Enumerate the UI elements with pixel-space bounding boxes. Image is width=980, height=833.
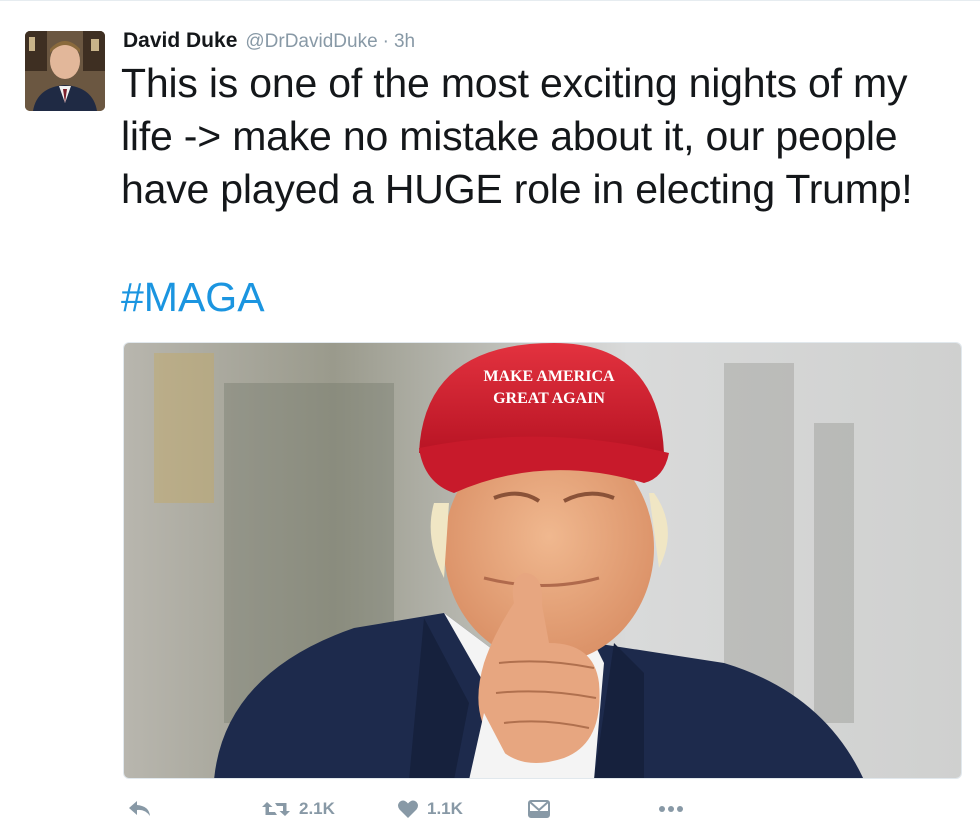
display-name[interactable]: David Duke	[123, 29, 237, 53]
hashtag-link[interactable]: #MAGA	[121, 271, 265, 324]
media-photo: MAKE AMERICA GREAT AGAIN	[124, 343, 961, 778]
retweet-icon	[262, 802, 290, 816]
tweet-text: This is one of the most exciting nights …	[121, 60, 913, 212]
retweet-count: 2.1K	[299, 799, 335, 818]
tweet[interactable]: David Duke @DrDavidDuke · 3h This is one…	[0, 0, 980, 833]
like-button[interactable]: 1.1K	[397, 791, 463, 827]
dm-button[interactable]	[528, 791, 550, 827]
retweet-button[interactable]: 2.1K	[261, 791, 335, 827]
user-handle[interactable]: @DrDavidDuke	[245, 31, 377, 53]
tweet-header: David Duke @DrDavidDuke · 3h	[123, 29, 415, 55]
like-count: 1.1K	[427, 799, 463, 818]
heart-icon	[398, 800, 418, 818]
timestamp[interactable]: 3h	[394, 31, 415, 53]
tweet-media[interactable]: MAKE AMERICA GREAT AGAIN	[123, 342, 962, 779]
avatar-image	[25, 31, 105, 111]
action-bar: 2.1K 1.1K	[123, 791, 723, 827]
more-icon	[659, 806, 683, 812]
dm-icon	[528, 800, 550, 818]
separator-dot: ·	[382, 31, 389, 52]
more-button[interactable]	[658, 791, 684, 827]
reply-icon	[129, 801, 150, 816]
cap-text-line2: GREAT AGAIN	[493, 390, 605, 407]
reply-button[interactable]	[127, 791, 153, 827]
avatar[interactable]	[25, 31, 105, 111]
cap-text-line1: MAKE AMERICA	[483, 368, 615, 385]
